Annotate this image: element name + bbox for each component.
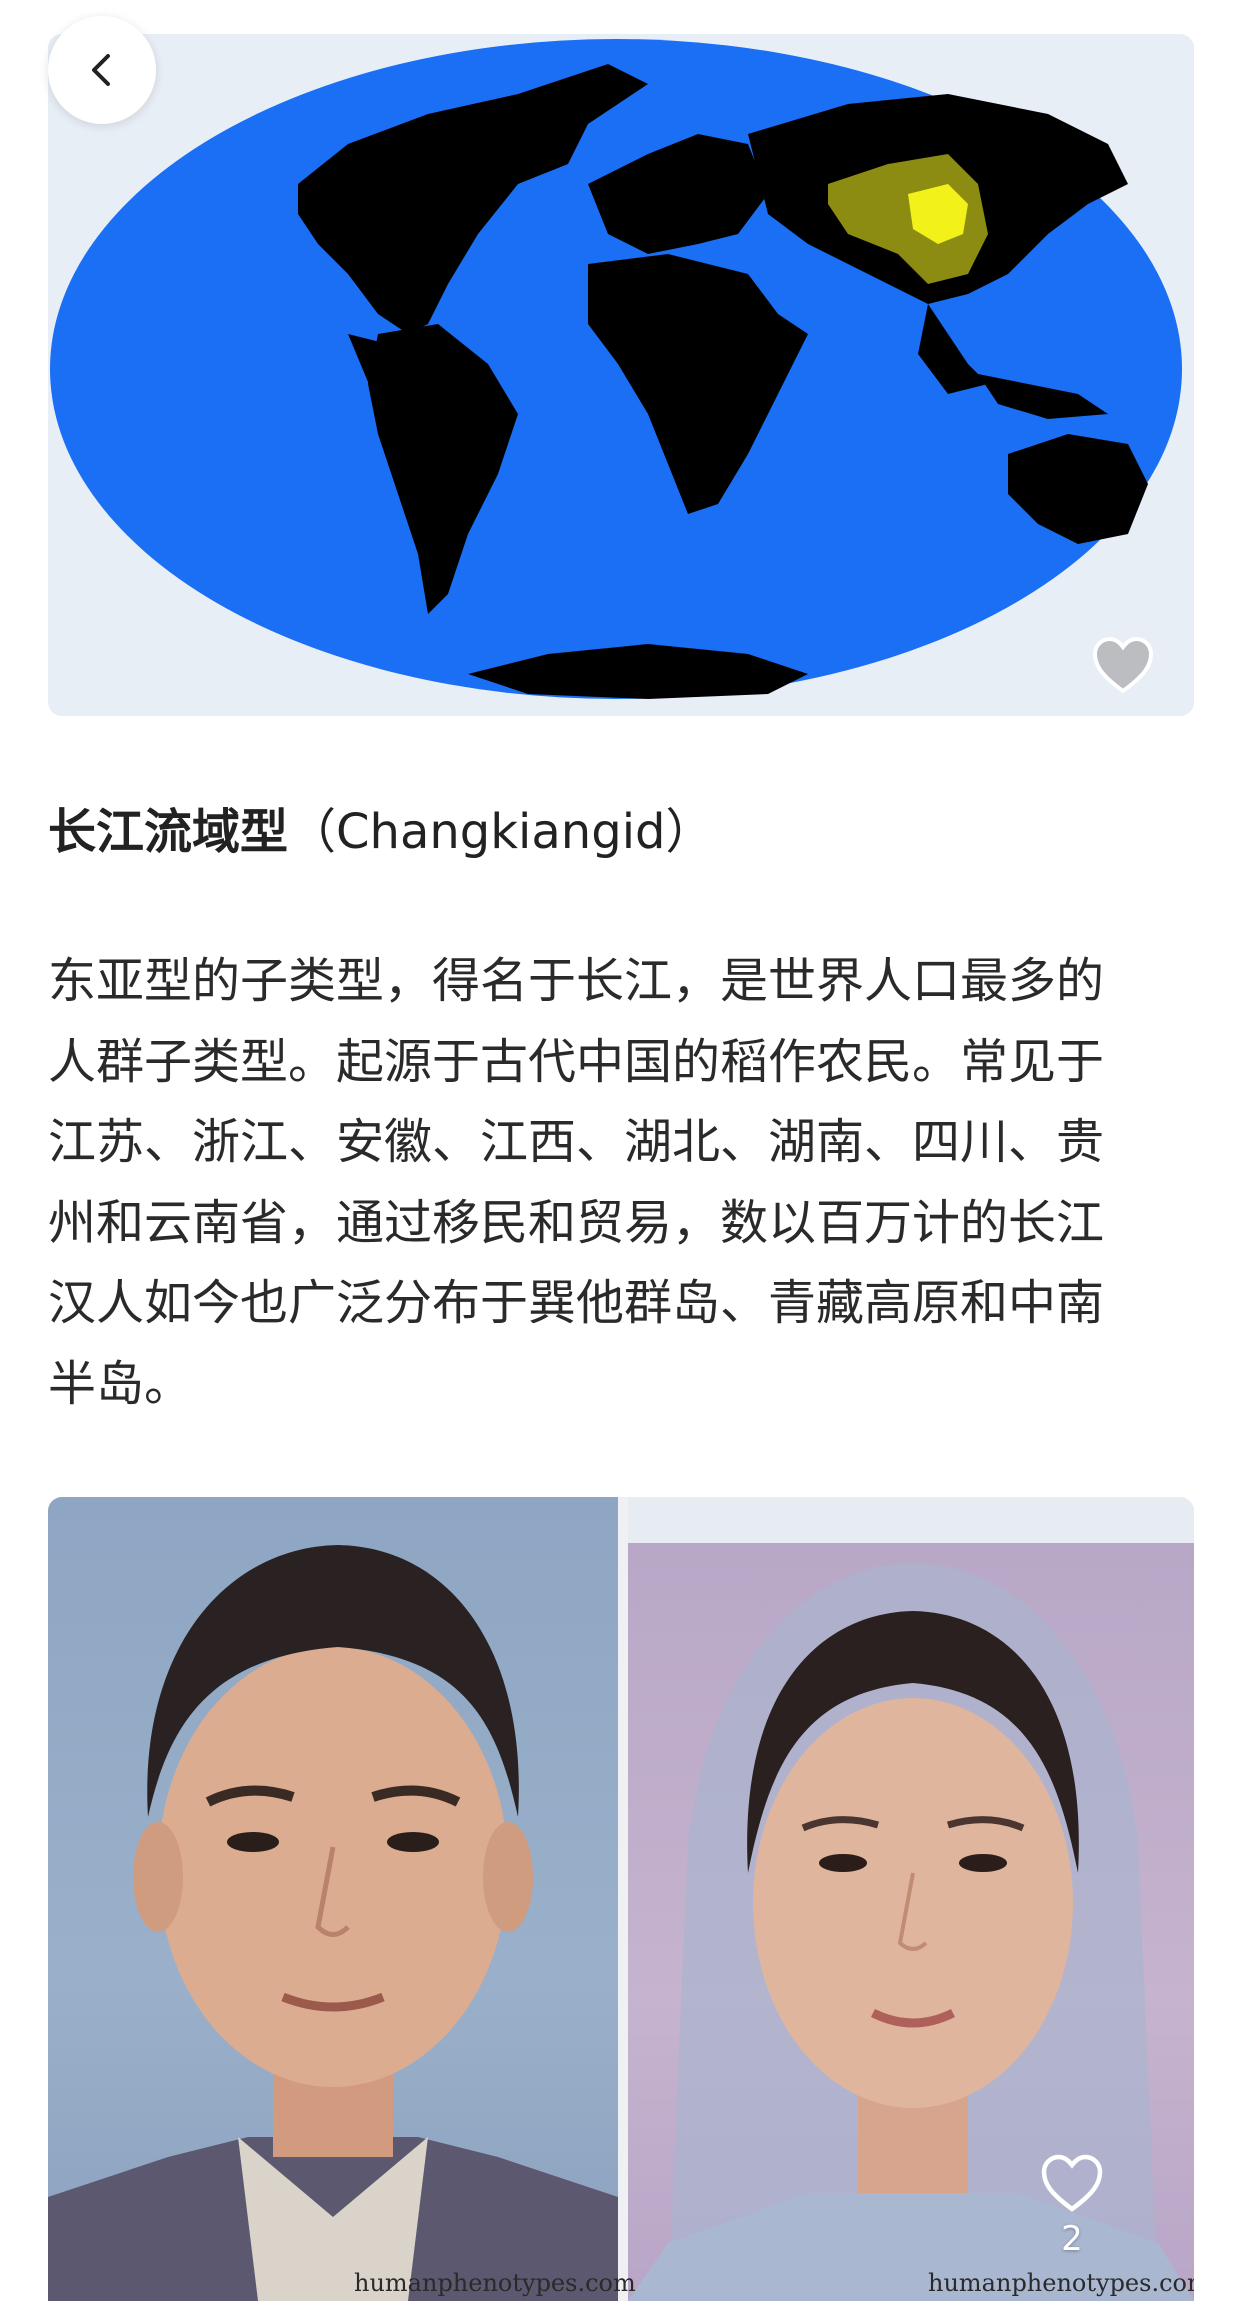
description-line: 人群子类型。起源于古代中国的稻作农民。常见于 [48, 1033, 1105, 1090]
title-english: （Changkiangid） [288, 804, 714, 860]
description-line: 江苏、浙江、安徽、江西、湖北、湖南、四川、贵 [48, 1114, 1105, 1170]
map-image[interactable] [48, 34, 1194, 716]
chevron-left-icon [92, 54, 110, 86]
title-chinese: 长江流域型 [48, 804, 289, 860]
image-padding [628, 1497, 1194, 1543]
faces-image[interactable]: humanphenotypes.com humanphenotypes.com [48, 1497, 1194, 2301]
image-divider [618, 1497, 628, 2301]
like-count: 2 [1061, 2219, 1083, 2259]
description-paragraph: 东亚型的子类型，得名于长江，是世界人口最多的 人群子类型。起源于古代中国的稻作农… [48, 941, 1198, 1424]
description-line: 州和云南省，通过移民和贸易，数以百万计的长江 [48, 1194, 1105, 1251]
like-button[interactable] [1088, 630, 1158, 700]
page-title: 长江流域型（Changkiangid） [48, 792, 714, 872]
male-face-photo [48, 1497, 618, 2301]
heart-icon [1041, 2154, 1103, 2212]
like-button[interactable]: 2 [1032, 2146, 1112, 2266]
watermark-right: humanphenotypes.com [928, 2269, 1194, 2297]
description-line: 东亚型的子类型，得名于长江，是世界人口最多的 [48, 953, 1105, 1009]
watermark-left: humanphenotypes.com [354, 2269, 636, 2297]
back-button[interactable] [48, 16, 156, 124]
world-map-illustration [48, 34, 1194, 716]
description-line: 汉人如今也广泛分布于巽他群岛、青藏高原和中南 [48, 1275, 1105, 1331]
heart-icon [1092, 636, 1154, 694]
description-line: 半岛。 [48, 1355, 193, 1412]
